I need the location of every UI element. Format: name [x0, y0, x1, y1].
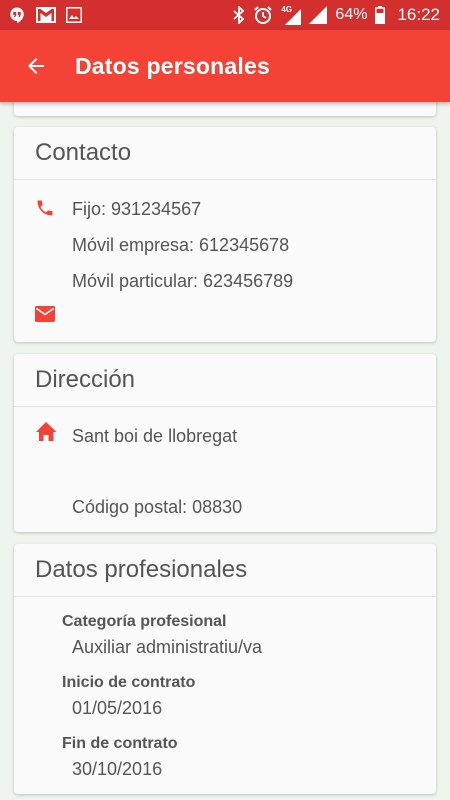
contract-end-value: 30/10/2016 [72, 759, 163, 779]
postal-code-row: Código postal: 08830 [14, 488, 436, 524]
address-card: Dirección Sant boi de llobregat Código p… [14, 354, 436, 532]
bluetooth-icon [233, 6, 245, 24]
status-right-icons: 4G 64% 16:22 [233, 5, 440, 25]
address-card-header: Dirección [14, 354, 436, 407]
contact-card: Contacto Fijo: 931234567 Móvil empresa: … [14, 127, 436, 342]
professional-card: Datos profesionales Categoría profesiona… [14, 544, 436, 794]
postal-code: Código postal: 08830 [72, 497, 243, 517]
battery-icon [375, 6, 386, 24]
address-city: Sant boi de llobregat [72, 426, 238, 446]
status-bar: 4G 64% 16:22 [0, 0, 450, 30]
back-button[interactable] [8, 38, 64, 94]
email-icon [35, 306, 57, 326]
category-label: Categoría profesional [62, 613, 227, 630]
contact-title: Contacto [35, 139, 132, 166]
network-4g-icon: 4G [281, 5, 302, 25]
address-title: Dirección [35, 366, 136, 393]
page-title: Datos personales [75, 52, 270, 79]
contract-end-label: Fin de contrato [62, 735, 178, 752]
status-left-icons [8, 6, 82, 24]
contact-card-header: Contacto [14, 127, 436, 180]
scroll-content[interactable]: Contacto Fijo: 931234567 Móvil empresa: … [0, 102, 450, 800]
contract-start-value: 01/05/2016 [72, 698, 163, 718]
battery-percentage: 64% [335, 6, 368, 23]
gmail-icon [36, 7, 56, 23]
phone-fixed-row[interactable]: Fijo: 931234567 [14, 190, 436, 226]
mobile-personal: Móvil particular: 623456789 [72, 271, 294, 291]
app-bar: Datos personales [0, 30, 450, 102]
contract-start-label: Inicio de contrato [62, 674, 196, 691]
alarm-icon [253, 5, 273, 25]
hangouts-icon [8, 6, 26, 24]
phone-fixed: Fijo: 931234567 [72, 199, 202, 219]
city-row[interactable]: Sant boi de llobregat [14, 417, 436, 453]
professional-card-header: Datos profesionales [14, 544, 436, 597]
mobile-work-row[interactable]: Móvil empresa: 612345678 [14, 226, 436, 262]
arrow-back-icon [24, 54, 48, 78]
email-row[interactable] [14, 298, 436, 334]
professional-title: Datos profesionales [35, 556, 248, 583]
mobile-personal-row[interactable]: Móvil particular: 623456789 [14, 262, 436, 298]
signal-icon [309, 6, 328, 24]
phone-icon [35, 198, 57, 218]
gallery-icon [66, 7, 82, 23]
previous-card [14, 102, 436, 116]
home-icon [35, 422, 57, 442]
category-value: Auxiliar administratiu/va [72, 637, 263, 657]
mobile-work: Móvil empresa: 612345678 [72, 235, 290, 255]
clock: 16:22 [397, 5, 440, 24]
